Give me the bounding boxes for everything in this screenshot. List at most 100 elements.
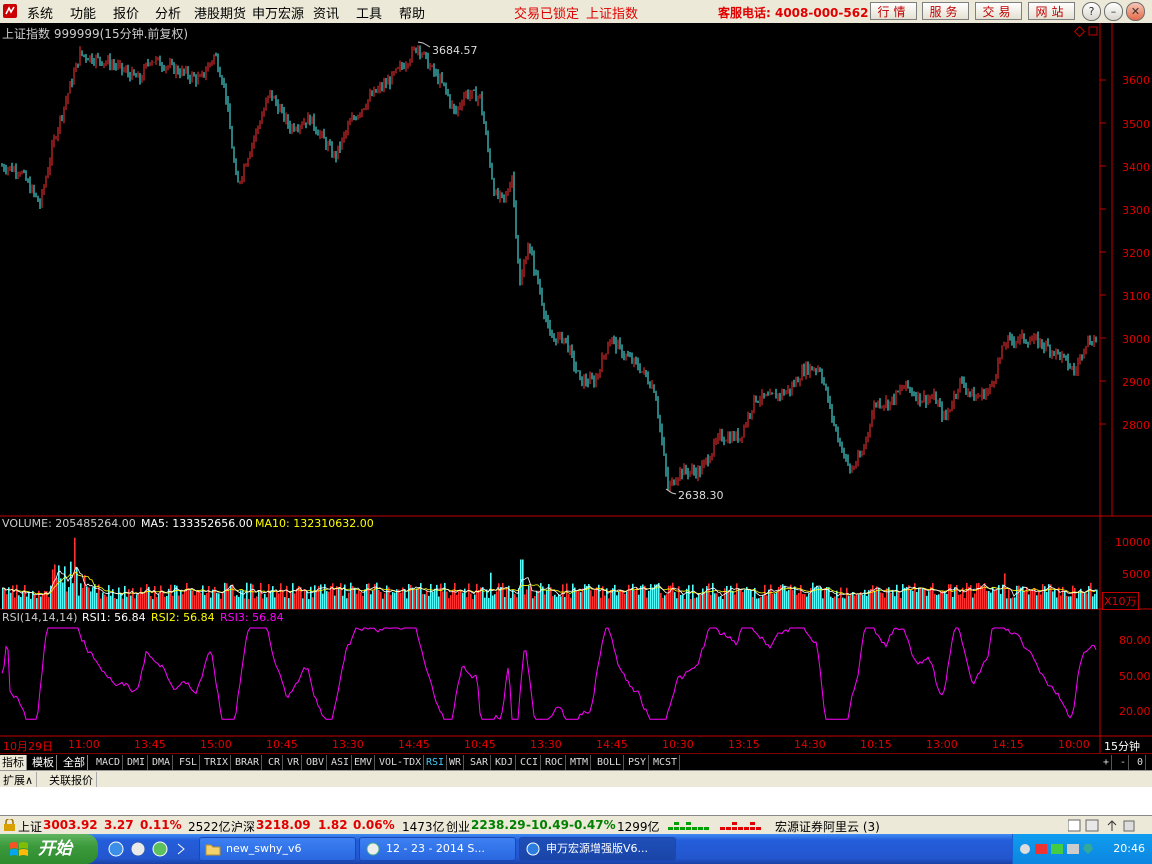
price-tick: 3600 — [1122, 74, 1150, 87]
sh-amount: 2522亿 — [188, 820, 231, 834]
task-browser[interactable]: 12 - 23 - 2014 S... — [359, 837, 516, 861]
ma5-label: MA5: 133352656.00 — [141, 517, 253, 530]
chevron-right-icon[interactable] — [177, 843, 185, 855]
browser-icon[interactable] — [152, 841, 168, 857]
trade-button[interactable]: 交易 — [975, 2, 1022, 20]
desktop-icon[interactable] — [130, 841, 146, 857]
help-icon[interactable]: ? — [1082, 2, 1101, 21]
menu-item-analysis[interactable]: 分析 — [155, 3, 181, 22]
maximize-panel-icon[interactable] — [1088, 26, 1098, 36]
indicator-tab-kdj[interactable]: KDJ — [493, 755, 517, 770]
indicator-tab-wr[interactable]: WR — [447, 755, 465, 770]
time-tick: 15:00 — [200, 738, 232, 751]
app-logo-icon[interactable] — [2, 3, 18, 19]
indicator-tab-dmi[interactable]: DMI — [125, 755, 149, 770]
time-tick: 14:30 — [794, 738, 826, 751]
rsi-prefix: RSI(14,14,14) — [2, 611, 78, 624]
tray-flag-icon[interactable] — [1035, 844, 1047, 854]
price-tick: 3100 — [1122, 290, 1150, 303]
tray-network-icon[interactable] — [1051, 844, 1063, 854]
quote-button[interactable]: 行情 — [870, 2, 917, 20]
menu-item-shenwan[interactable]: 申万宏源 — [252, 3, 304, 22]
chart-area[interactable]: 上证指数 999999(15分钟.前复权) 3684.57 2638.30 36… — [0, 23, 1152, 753]
tray-search-icon[interactable] — [1020, 844, 1030, 854]
status-tray-icons — [1068, 819, 1135, 832]
indicator-tab-boll[interactable]: BOLL — [595, 755, 625, 770]
hs-name[interactable]: 沪深 — [231, 818, 255, 835]
indicator-tab-macd[interactable]: MACD — [94, 755, 124, 770]
indicator-tab-rsi[interactable]: RSI — [424, 755, 448, 770]
chart-canvas[interactable] — [0, 23, 1152, 753]
indicator-tab-sar[interactable]: SAR — [468, 755, 492, 770]
tab-indicator[interactable]: 指标 — [0, 755, 27, 770]
tray-monitor-icon[interactable] — [1067, 844, 1079, 854]
indicator-tab-psy[interactable]: PSY — [626, 755, 650, 770]
cy-pct: -0.47% — [569, 818, 616, 832]
menu-item-news[interactable]: 资讯 — [313, 3, 339, 22]
menu-item-quote[interactable]: 报价 — [113, 3, 139, 22]
tray-icons — [1020, 844, 1093, 854]
start-button[interactable]: 开始 — [0, 834, 98, 864]
trade-lock-status[interactable]: 交易已锁定 — [514, 3, 579, 22]
indicator-tab-vr[interactable]: VR — [285, 755, 303, 770]
hs-price: 3218.09 — [256, 818, 311, 832]
tab-template[interactable]: 模板 — [30, 755, 57, 770]
indicator-tab-brar[interactable]: BRAR — [233, 755, 263, 770]
indicator-tab-dma[interactable]: DMA — [150, 755, 174, 770]
cy-name[interactable]: 创业 — [446, 818, 470, 835]
lock-icon[interactable] — [3, 819, 16, 832]
indicator-tab-fsl[interactable]: FSL — [177, 755, 201, 770]
time-tick: 10:15 — [860, 738, 892, 751]
menu-item-hk-futures[interactable]: 港股期货 — [194, 3, 246, 22]
menu-item-system[interactable]: 系统 — [27, 3, 53, 22]
diamond-icon[interactable] — [1073, 25, 1086, 38]
price-tick: 3300 — [1122, 204, 1150, 217]
website-button[interactable]: 网站 — [1028, 2, 1075, 20]
indicator-tab-cr[interactable]: CR — [266, 755, 284, 770]
service-button[interactable]: 服务 — [922, 2, 969, 20]
indicator-tab-obv[interactable]: OBV — [304, 755, 328, 770]
clock[interactable]: 20:46 — [1113, 842, 1145, 855]
ma10-label: MA10: 132310632.00 — [255, 517, 374, 530]
close-icon[interactable]: ✕ — [1126, 2, 1145, 21]
expand-tab[interactable]: 扩展∧ — [0, 772, 38, 788]
period-label[interactable]: 15分钟 — [1104, 738, 1140, 754]
zoom-out-button[interactable]: - — [1118, 755, 1130, 770]
rsi2-label: RSI2: 56.84 — [151, 611, 215, 624]
indicator-tab-vol-tdx[interactable]: VOL-TDX — [377, 755, 425, 770]
indicator-tab-mtm[interactable]: MTM — [568, 755, 592, 770]
indicator-tab-roc[interactable]: ROC — [543, 755, 567, 770]
zoom-in-button[interactable]: + — [1101, 755, 1113, 770]
related-quotes-tab[interactable]: 关联报价 — [46, 772, 97, 788]
sh-pct: 0.11% — [140, 818, 182, 832]
task-label: 申万宏源增强版V6... — [546, 842, 649, 855]
price-tick: 2900 — [1122, 376, 1150, 389]
menu-item-tools[interactable]: 工具 — [356, 3, 382, 22]
volume-label: VOLUME: 205485264.00 — [2, 517, 136, 530]
signal-icon — [1107, 820, 1117, 831]
volume-bars — [1, 537, 1098, 609]
volume-tick: 10000 — [1115, 536, 1150, 549]
minimize-icon[interactable]: – — [1104, 2, 1123, 21]
app-task-icon — [526, 842, 540, 856]
tray-shield-icon[interactable] — [1083, 844, 1093, 854]
time-tick: 10:00 — [1058, 738, 1090, 751]
ie-icon[interactable] — [108, 841, 124, 857]
indicator-tab-emv[interactable]: EMV — [352, 755, 376, 770]
hotline-text: 客服电话: 4008-000-562 — [718, 6, 869, 20]
cy-amount: 1299亿 — [617, 820, 660, 834]
indicator-tab-trix[interactable]: TRIX — [202, 755, 232, 770]
indicator-tab-mcst[interactable]: MCST — [651, 755, 681, 770]
indicator-tab-cci[interactable]: CCI — [518, 755, 542, 770]
task-folder[interactable]: new_swhy_v6 — [199, 837, 356, 861]
time-tick: 13:45 — [134, 738, 166, 751]
browser-window-icon — [366, 842, 380, 856]
tab-all[interactable]: 全部 — [61, 755, 88, 770]
server-label[interactable]: 宏源证券阿里云 (3) — [775, 818, 880, 835]
task-shenwan-app[interactable]: 申万宏源增强版V6... — [519, 837, 676, 861]
sh-name[interactable]: 上证 — [18, 818, 42, 835]
menu-item-help[interactable]: 帮助 — [399, 3, 425, 22]
indicator-tab-asi[interactable]: ASI — [329, 755, 353, 770]
menu-item-function[interactable]: 功能 — [70, 3, 96, 22]
zoom-reset-button[interactable]: 0 — [1135, 755, 1147, 770]
